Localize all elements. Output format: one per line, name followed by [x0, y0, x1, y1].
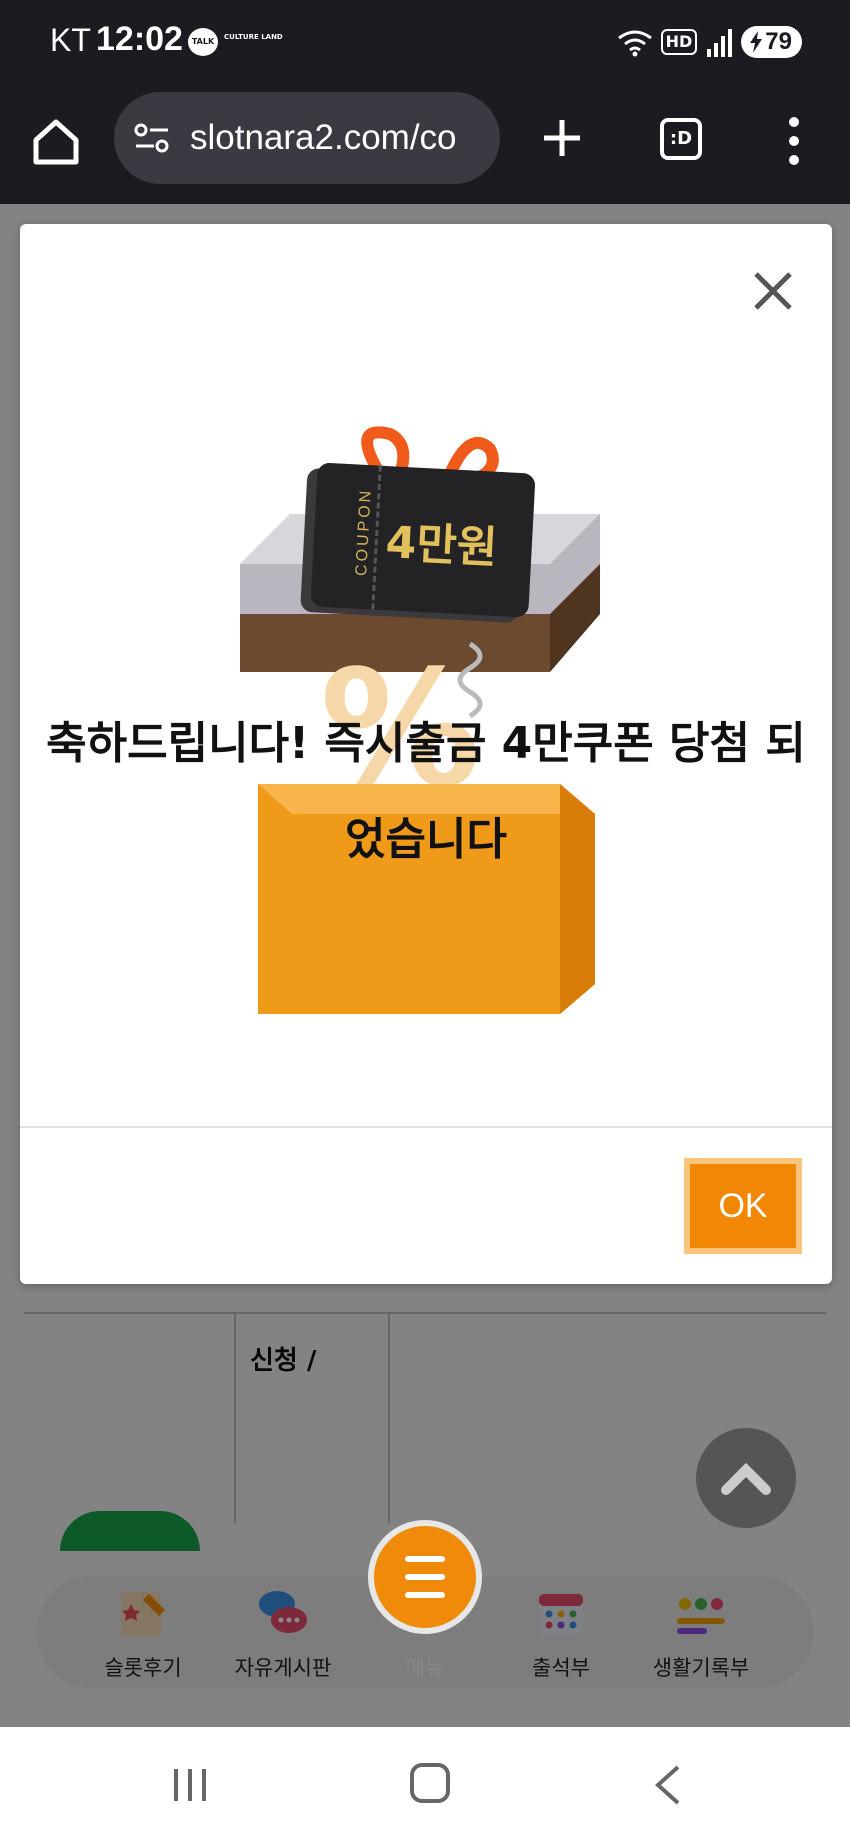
system-nav-bar	[0, 1727, 850, 1842]
chevron-up-icon	[721, 1462, 771, 1495]
coupon-modal: % COUPON 4만원 축하드립니다! 즉시출금 4만쿠폰 당첨 되었습니다 …	[20, 224, 832, 1284]
url-text[interactable]: slotnara2.com/co	[190, 118, 457, 158]
address-bar[interactable]: slotnara2.com/co	[114, 92, 500, 184]
modal-divider	[20, 1126, 832, 1128]
menu-label: 메뉴	[405, 1656, 445, 1680]
site-settings-icon[interactable]	[134, 122, 170, 154]
more-options-icon[interactable]	[782, 116, 806, 166]
coupon-box-illustration: %	[240, 426, 600, 1014]
new-tab-icon[interactable]	[540, 116, 584, 160]
wifi-icon	[617, 30, 652, 57]
home-icon[interactable]	[30, 116, 82, 168]
browser-toolbar: slotnara2.com/co :D	[0, 86, 850, 204]
scroll-to-top-button[interactable]	[696, 1428, 796, 1528]
coupon-amount: 4만원	[384, 517, 499, 574]
status-icons: HD 79	[617, 26, 802, 58]
battery-indicator: 79	[741, 26, 802, 58]
cultureland-notification-icon: CULTURE LAND	[224, 33, 283, 41]
coupon-ticket: COUPON 4만원	[310, 462, 536, 618]
tab-switcher-button[interactable]: :D	[660, 118, 702, 160]
status-bar: KT 12:02 TALK CULTURE LAND HD 79	[0, 0, 850, 86]
clock: 12:02	[96, 20, 183, 58]
charging-bolt-icon	[750, 31, 763, 53]
menu-button[interactable]	[368, 1520, 482, 1634]
home-button-icon[interactable]	[410, 1763, 450, 1803]
ok-button[interactable]: OK	[684, 1158, 802, 1254]
hd-voice-icon: HD	[660, 29, 698, 55]
recent-apps-icon[interactable]	[170, 1765, 210, 1805]
signal-icon	[707, 29, 733, 57]
modal-headline: 축하드립니다! 즉시출금 4만쿠폰 당첨 되었습니다	[46, 718, 806, 865]
kakaotalk-notification-icon: TALK	[188, 28, 218, 56]
battery-level: 79	[765, 28, 792, 55]
back-icon[interactable]	[650, 1763, 686, 1807]
carrier-label: KT	[50, 22, 91, 58]
